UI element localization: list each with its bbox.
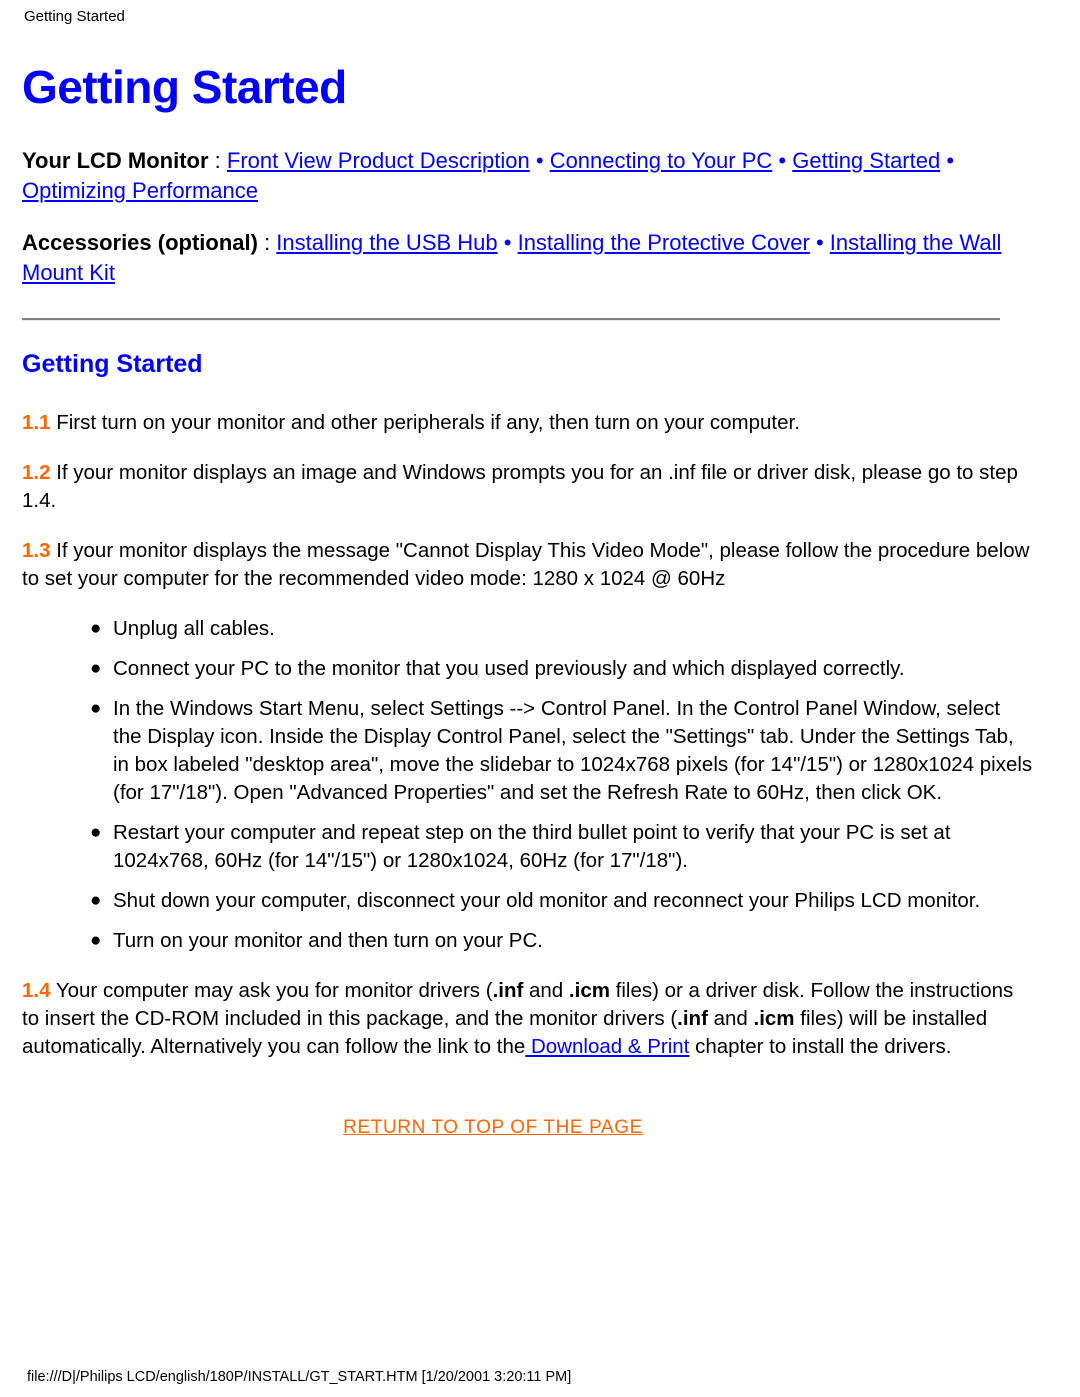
document-page: Getting Started Getting Started Your LCD…: [0, 0, 1080, 1397]
link-connecting-to-your-pc[interactable]: Connecting to Your PC: [550, 148, 773, 173]
link-installing-the-protective-cover[interactable]: Installing the Protective Cover: [518, 230, 810, 255]
list-item: ● In the Windows Start Menu, select Setti…: [90, 695, 1034, 807]
footer-path: file:///D|/Philips LCD/english/180P/INST…: [27, 1369, 572, 1385]
step-number: 1.4: [22, 979, 51, 1002]
nav-separator: •: [809, 230, 830, 255]
nav-separator: •: [772, 148, 793, 173]
step-1-2: 1.2 If your monitor displays an image an…: [22, 459, 1034, 515]
step-text: First turn on your monitor and other per…: [50, 411, 800, 434]
nav-line-accessories: Accessories (optional) : Installing the …: [22, 228, 1034, 288]
step-1-3: 1.3 If your monitor displays the message…: [22, 537, 1034, 593]
list-item: ● Restart your computer and repeat step o…: [90, 819, 1034, 875]
step-number: 1.2: [22, 461, 51, 484]
nav-separator: •: [529, 148, 550, 173]
list-item-text: In the Windows Start Menu, select Settin…: [113, 697, 1033, 804]
page-title: Getting Started: [22, 61, 347, 113]
nav-lead-monitor: Your LCD Monitor: [22, 148, 209, 173]
bullet-icon: ●: [90, 822, 102, 843]
list-item: ● Shut down your computer, disconnect you…: [90, 887, 1034, 915]
section-heading: Getting Started: [22, 350, 203, 378]
list-item-text: Shut down your computer, disconnect your…: [113, 889, 981, 912]
nav-colon-accessories: :: [257, 230, 277, 255]
bullet-icon: ●: [90, 698, 102, 719]
bullet-icon: ●: [90, 930, 102, 951]
nav-separator: •: [497, 230, 518, 255]
nav-colon-monitor: :: [208, 148, 227, 173]
list-item-text: Unplug all cables.: [113, 617, 275, 640]
list-item-text: Restart your computer and repeat step on…: [113, 821, 951, 872]
link-download-and-print[interactable]: Download & Print: [525, 1035, 689, 1058]
content-column: Getting Started Your LCD Monitor : Front…: [22, 60, 1034, 1139]
step-text: If your monitor displays an image and Wi…: [22, 461, 1018, 512]
link-getting-started[interactable]: Getting Started: [792, 148, 940, 173]
bullet-icon: ●: [90, 618, 102, 639]
list-item-text: Connect your PC to the monitor that you …: [113, 657, 905, 680]
link-optimizing-performance[interactable]: Optimizing Performance: [22, 178, 258, 203]
file-extension-inf: .inf: [492, 979, 524, 1002]
bullet-icon: ●: [90, 890, 102, 911]
step-text: If your monitor displays the message "Ca…: [22, 539, 1030, 590]
procedure-bullet-list: ● Unplug all cables. ● Connect your PC to …: [22, 615, 1034, 955]
nav-line-monitor: Your LCD Monitor : Front View Product De…: [22, 146, 1034, 206]
nav-separator: •: [940, 148, 955, 173]
running-header: Getting Started: [24, 8, 125, 25]
list-item: ● Unplug all cables.: [90, 615, 1034, 643]
return-to-top-container: RETURN TO TOP OF THE PAGE: [22, 1117, 1034, 1139]
horizontal-divider: [22, 318, 1000, 321]
step-text-part: and: [707, 1007, 754, 1030]
list-item: ● Turn on your monitor and then turn on y…: [90, 927, 1034, 955]
list-item-text: Turn on your monitor and then turn on yo…: [113, 929, 543, 952]
step-text-part: chapter to install the drivers.: [689, 1035, 952, 1058]
file-extension-inf: .inf: [677, 1007, 708, 1030]
file-extension-icm: .icm: [568, 979, 610, 1002]
step-1-1: 1.1 First turn on your monitor and other…: [22, 409, 1034, 437]
step-number: 1.3: [22, 539, 51, 562]
nav-lead-accessories: Accessories (optional): [22, 230, 258, 255]
step-number: 1.1: [22, 411, 51, 434]
return-to-top-link[interactable]: RETURN TO TOP OF THE PAGE: [343, 1117, 643, 1138]
link-front-view-product-description[interactable]: Front View Product Description: [227, 148, 530, 173]
step-text-part: Your computer may ask you for monitor dr…: [50, 979, 493, 1002]
bullet-icon: ●: [90, 658, 102, 679]
step-text-part: and: [523, 979, 569, 1002]
step-1-4: 1.4 Your computer may ask you for monito…: [22, 977, 1034, 1061]
link-installing-the-usb-hub[interactable]: Installing the USB Hub: [276, 230, 497, 255]
list-item: ● Connect your PC to the monitor that you…: [90, 655, 1034, 683]
file-extension-icm: .icm: [753, 1007, 795, 1030]
